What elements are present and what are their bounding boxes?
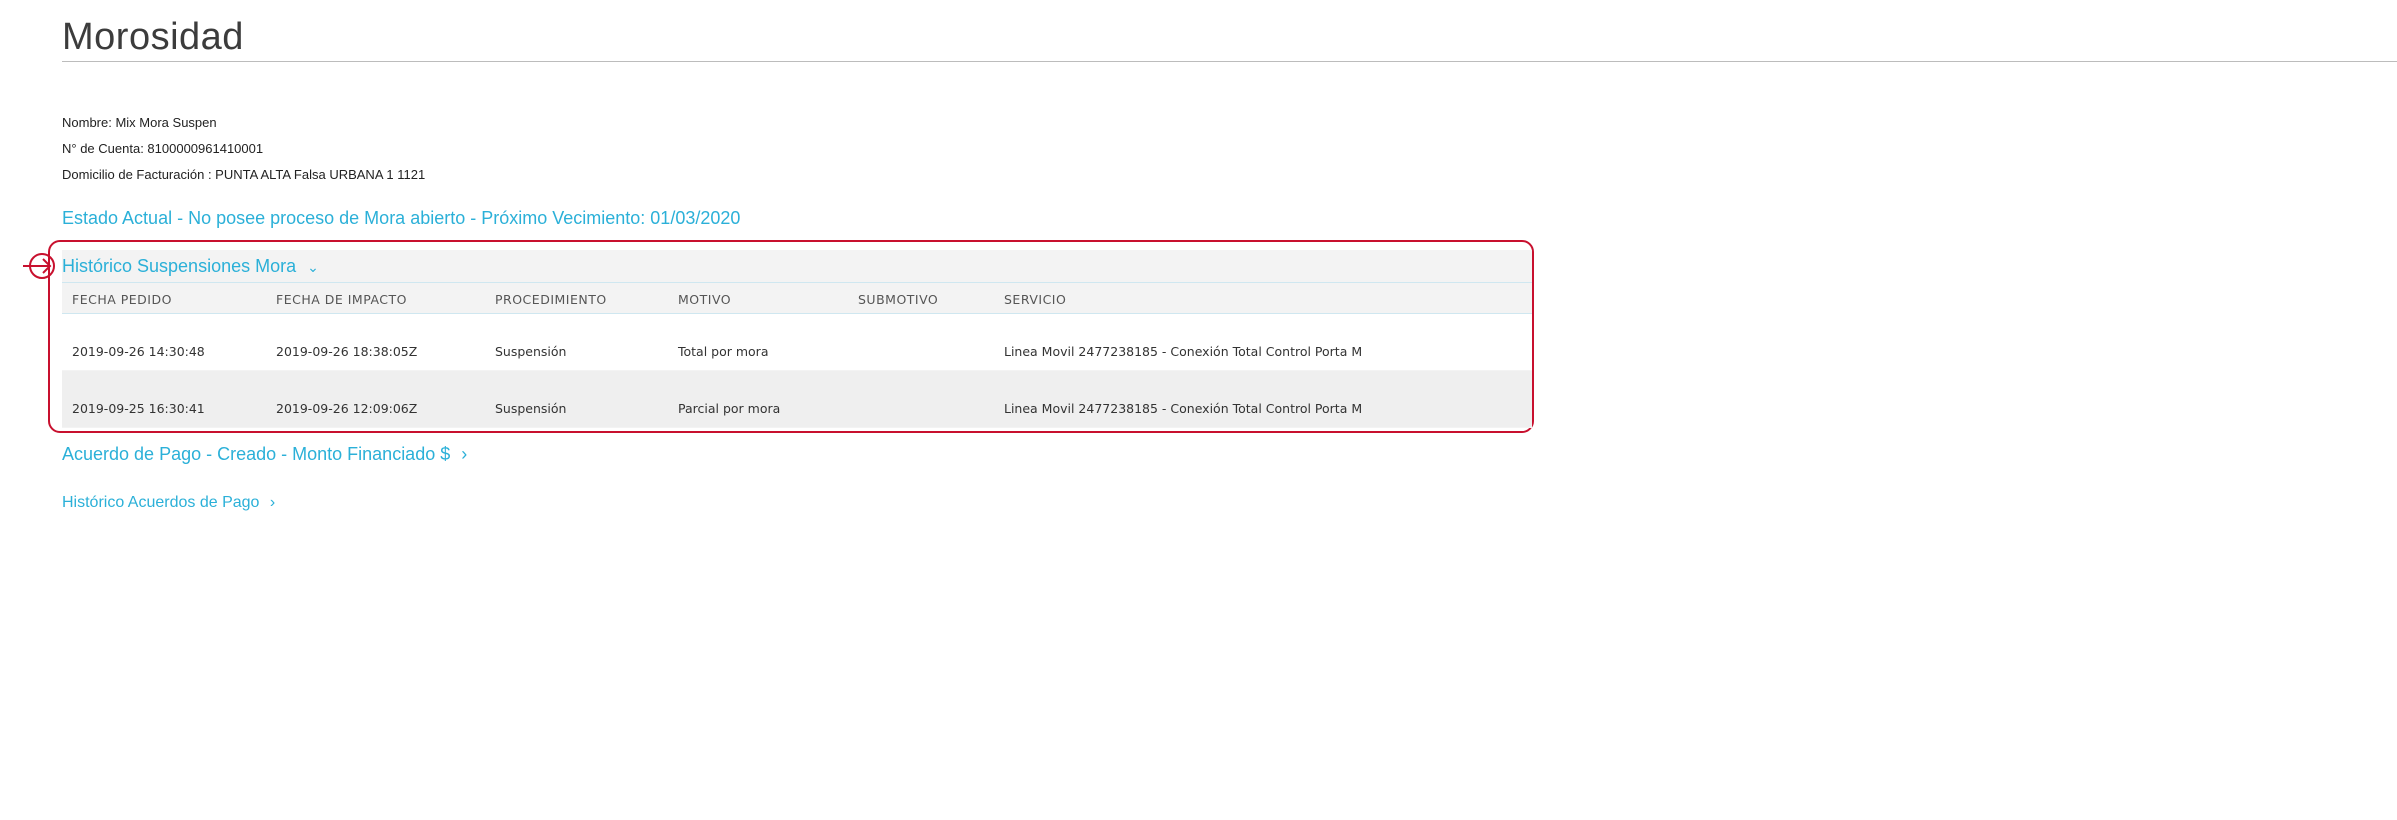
column-header-submotivo: SUBMOTIVO (858, 292, 939, 307)
cell-motivo: Parcial por mora (678, 401, 781, 416)
table-header: FECHA PEDIDO FECHA DE IMPACTO PROCEDIMIE… (62, 284, 1532, 314)
historico-acuerdos-link[interactable]: Histórico Acuerdos de Pago › (62, 494, 275, 512)
panel-header: Histórico Suspensiones Mora ⌄ (62, 250, 1532, 283)
billing-address: Domicilio de Facturación : PUNTA ALTA Fa… (62, 167, 426, 182)
cell-servicio: Linea Movil 2477238185 - Conexión Total … (1004, 401, 1363, 416)
table-row: 2019-09-25 16:30:41 2019-09-26 12:09:06Z… (62, 371, 1532, 427)
cell-procedimiento: Suspensión (495, 344, 567, 359)
cell-fecha-pedido: 2019-09-26 14:30:48 (72, 344, 205, 359)
panel-title-label: Histórico Suspensiones Mora (62, 256, 297, 276)
column-header-procedimiento: PROCEDIMIENTO (495, 292, 607, 307)
cell-fecha-pedido: 2019-09-25 16:30:41 (72, 401, 205, 416)
table-row: 2019-09-26 14:30:48 2019-09-26 18:38:05Z… (62, 314, 1532, 370)
account-number: N° de Cuenta: 8100000961410001 (62, 141, 264, 156)
cell-servicio: Linea Movil 2477238185 - Conexión Total … (1004, 344, 1363, 359)
acuerdo-pago-label: Acuerdo de Pago - Creado - Monto Financi… (62, 444, 451, 464)
chevron-right-icon: › (461, 444, 468, 464)
estado-actual-link[interactable]: Estado Actual - No posee proceso de Mora… (62, 208, 740, 229)
cell-procedimiento: Suspensión (495, 401, 567, 416)
cell-fecha-impacto: 2019-09-26 18:38:05Z (276, 344, 418, 359)
column-header-fecha-impacto: FECHA DE IMPACTO (276, 292, 407, 307)
acuerdo-pago-link[interactable]: Acuerdo de Pago - Creado - Monto Financi… (62, 444, 467, 465)
historico-suspensiones-toggle[interactable]: Histórico Suspensiones Mora ⌄ (62, 256, 319, 277)
historico-acuerdos-label: Histórico Acuerdos de Pago (62, 494, 260, 511)
circle-arrow-right-icon (23, 253, 55, 279)
chevron-down-icon: ⌄ (307, 259, 319, 275)
column-header-fecha-pedido: FECHA PEDIDO (72, 292, 172, 307)
historico-suspensiones-panel: Histórico Suspensiones Mora ⌄ FECHA PEDI… (62, 250, 1532, 428)
account-name: Nombre: Mix Mora Suspen (62, 115, 217, 130)
chevron-right-icon: › (269, 494, 276, 511)
page-title: Morosidad (62, 16, 244, 58)
cell-fecha-impacto: 2019-09-26 12:09:06Z (276, 401, 418, 416)
column-header-servicio: SERVICIO (1004, 292, 1067, 307)
title-divider (62, 61, 2397, 62)
column-header-motivo: MOTIVO (678, 292, 732, 307)
cell-motivo: Total por mora (678, 344, 769, 359)
